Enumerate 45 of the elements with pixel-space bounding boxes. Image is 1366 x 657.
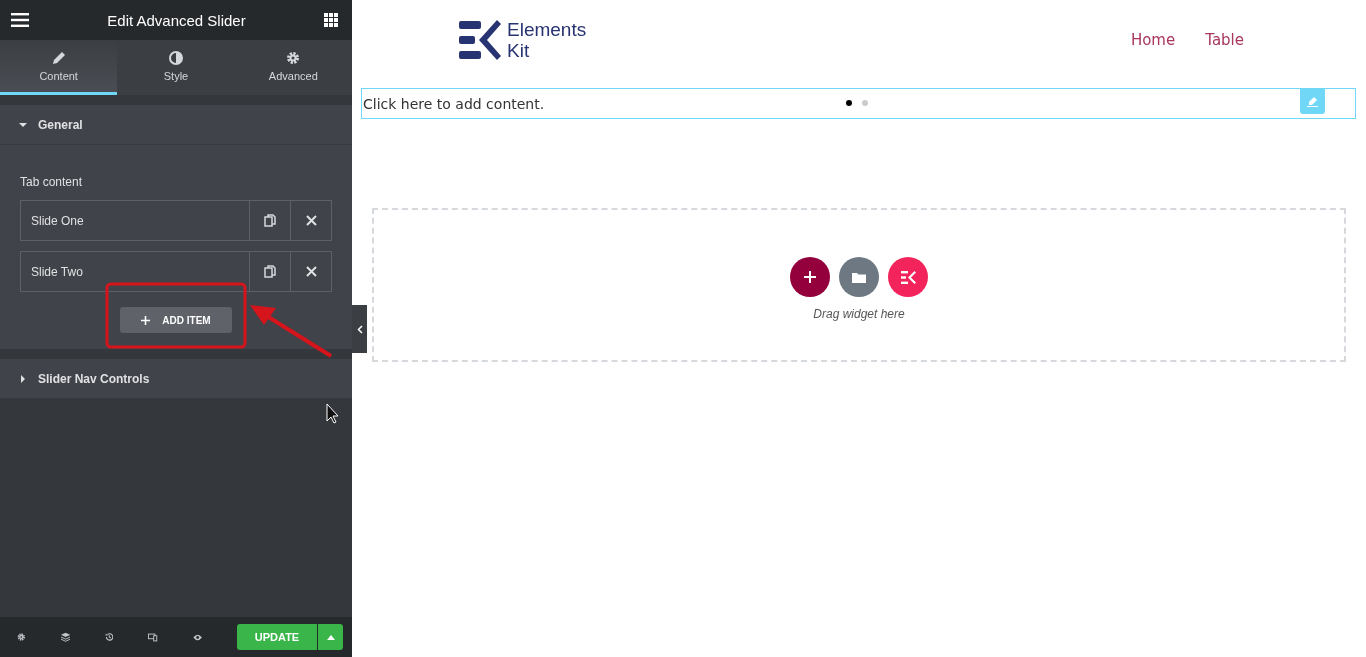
chevron-icon	[356, 324, 363, 334]
copy-icon	[264, 214, 276, 227]
add-section-button[interactable]	[790, 257, 830, 297]
slider-dot[interactable]	[846, 100, 852, 106]
nav-link[interactable]: Home	[1130, 31, 1176, 49]
item-title[interactable]: Slide One	[21, 201, 249, 240]
preview-icon[interactable]	[192, 632, 202, 642]
placeholder-text: Click here to add content.	[362, 95, 545, 112]
drop-hint: Drag widget here	[813, 307, 905, 321]
gear-icon	[286, 50, 301, 65]
panel-title: Edit Advanced Slider	[107, 11, 246, 29]
layers-icon[interactable]	[60, 631, 70, 643]
plus-icon	[141, 315, 151, 325]
close-icon	[305, 215, 317, 226]
item-title[interactable]: Slide Two	[21, 252, 249, 291]
pencil-icon	[51, 50, 66, 65]
menu-icon[interactable]	[11, 13, 29, 27]
pencil-icon	[1307, 96, 1318, 107]
caret-icon	[19, 120, 27, 129]
logo-icon	[459, 20, 501, 60]
template-button[interactable]	[839, 257, 879, 297]
repeater-item[interactable]: Slide One	[20, 200, 332, 241]
repeater-item[interactable]: Slide Two	[20, 251, 332, 292]
collapse-panel-button[interactable]	[352, 305, 367, 353]
cursor-icon	[326, 403, 339, 424]
folder-icon	[852, 271, 866, 283]
content-section[interactable]: Click here to add content.	[361, 88, 1356, 119]
plus-icon	[804, 271, 816, 283]
close-icon	[305, 266, 317, 277]
responsive-icon[interactable]	[148, 631, 158, 643]
caret-icon	[19, 374, 27, 383]
logo-icon	[900, 270, 916, 284]
history-icon[interactable]	[104, 631, 114, 643]
contrast-icon	[169, 50, 183, 65]
grid-icon[interactable]	[324, 13, 338, 27]
logo-text: Elements Kit	[507, 19, 587, 61]
caret-icon	[326, 634, 335, 640]
elementskit-button[interactable]	[888, 257, 928, 297]
nav-link[interactable]: Table	[1205, 31, 1244, 49]
add-item-button[interactable]: ADD ITEM	[120, 307, 232, 333]
slider-dot[interactable]	[862, 100, 868, 106]
update-options-button[interactable]	[318, 624, 343, 650]
copy-icon	[264, 265, 276, 278]
field-label: Tab content	[20, 175, 84, 189]
settings-icon[interactable]	[17, 631, 26, 643]
